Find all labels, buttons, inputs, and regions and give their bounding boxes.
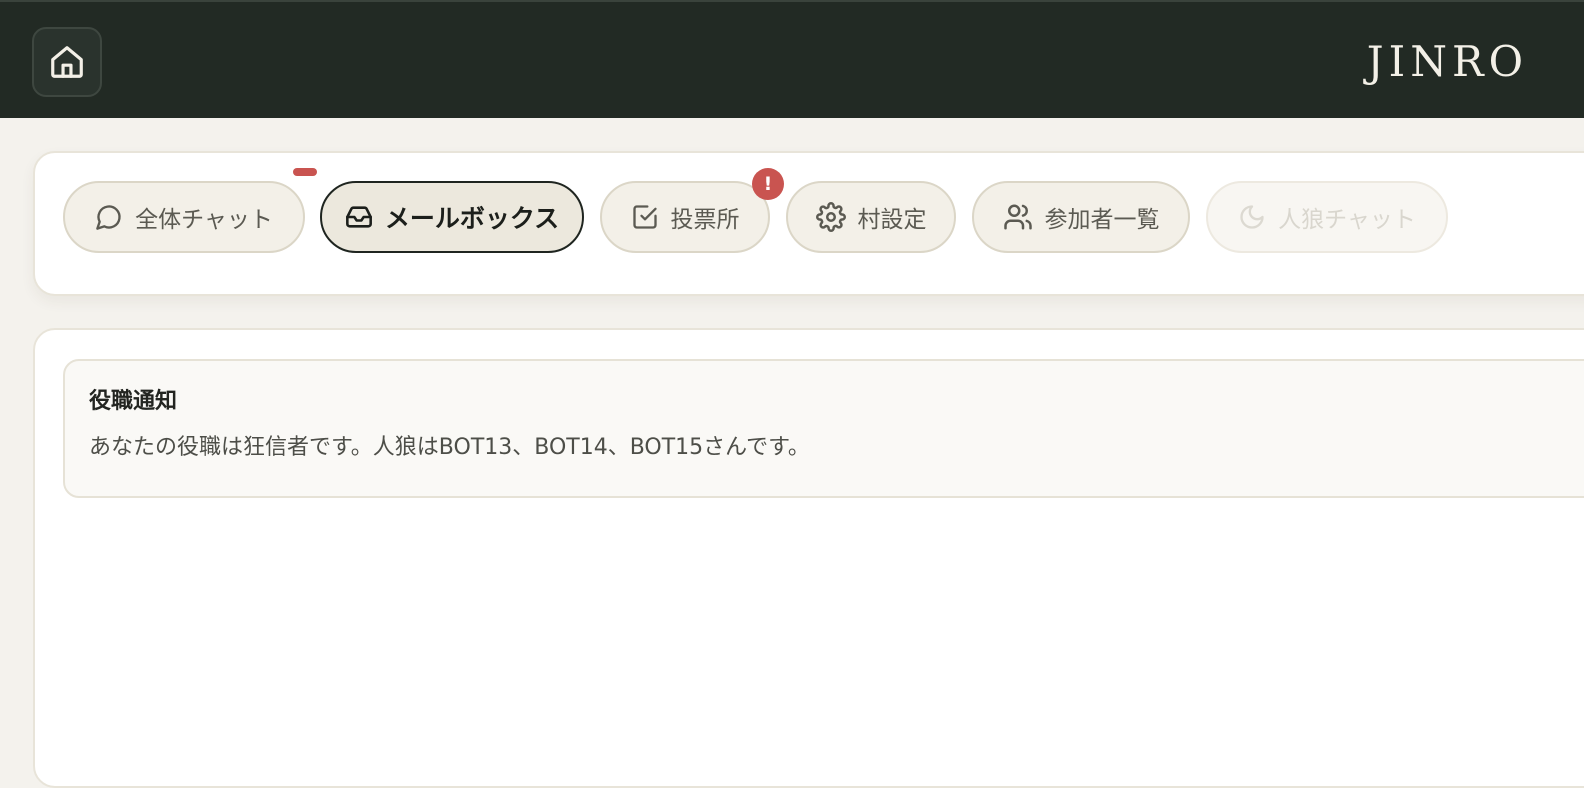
tab-voting[interactable]: 投票所 — [600, 181, 770, 253]
mail-message[interactable]: 役職通知 あなたの役職は狂信者です。人狼はBOT13、BOT14、BOT15さん… — [63, 359, 1584, 498]
top-bar: JINRO — [0, 0, 1584, 118]
gear-icon — [815, 202, 846, 232]
tab-label: 全体チャット — [135, 207, 273, 233]
moon-icon — [1240, 205, 1264, 229]
home-icon — [51, 46, 83, 78]
home-button[interactable] — [32, 27, 102, 97]
checkbox-icon — [632, 205, 657, 229]
tab-label: 村設定 — [857, 207, 927, 233]
tab-bar: 全体チャット メールボックス 投票所 ! 村設定 参加者一覧 人狼チャット — [33, 151, 1584, 296]
tab-participants[interactable]: 参加者一覧 — [972, 181, 1190, 253]
alert-badge: ! — [752, 168, 784, 200]
message-body: あなたの役職は狂信者です。人狼はBOT13、BOT14、BOT15さんです。 — [89, 435, 810, 460]
tab-label: 参加者一覧 — [1044, 207, 1160, 233]
app-brand: JINRO — [1366, 37, 1528, 86]
mailbox-panel: 役職通知 あなたの役職は狂信者です。人狼はBOT13、BOT14、BOT15さん… — [33, 328, 1584, 788]
chat-bubble-icon — [96, 205, 121, 230]
tab-label: 人狼チャット — [1278, 207, 1416, 233]
notification-dash-badge — [293, 168, 317, 176]
message-title: 役職通知 — [89, 389, 178, 414]
tab-label: メールボックス — [384, 204, 560, 233]
users-icon — [1003, 204, 1032, 230]
tab-werewolf-chat: 人狼チャット — [1206, 181, 1448, 253]
inbox-icon — [345, 206, 372, 228]
tab-label: 投票所 — [670, 207, 740, 233]
tab-general-chat[interactable]: 全体チャット — [63, 181, 305, 253]
tab-mailbox[interactable]: メールボックス — [320, 181, 584, 253]
tab-village-settings[interactable]: 村設定 — [786, 181, 956, 253]
